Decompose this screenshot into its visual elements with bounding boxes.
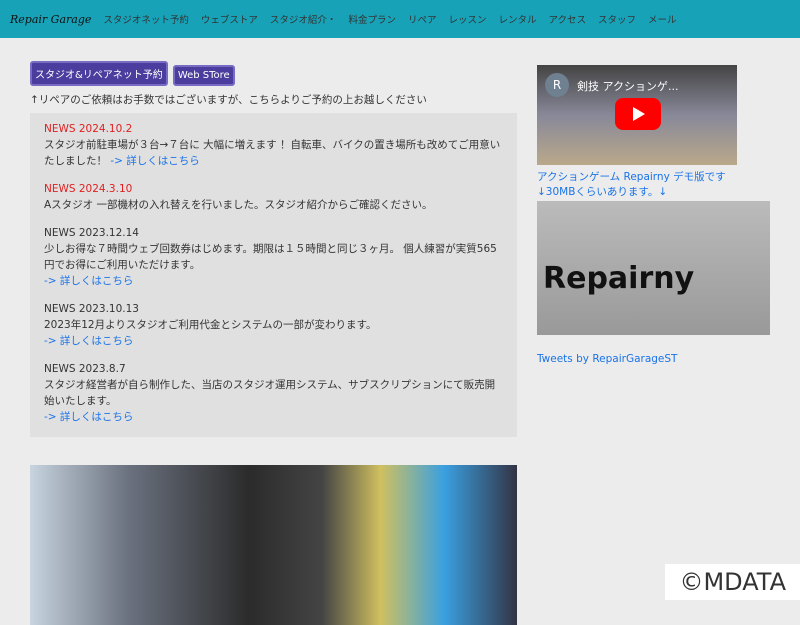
sidebar: R 剣技 アクションゲ... アクションゲーム Repairny デモ版です ↓…	[537, 65, 770, 367]
news-date: NEWS 2023.10.13	[44, 303, 139, 315]
news-link[interactable]: -> 詳しくはこちら	[44, 333, 503, 349]
news-link[interactable]: -> 詳しくはこちら	[44, 409, 503, 425]
nav-webstore[interactable]: ウェブストア	[201, 12, 258, 26]
nav-studio-dropdown[interactable]: スタジオ紹介・	[270, 12, 337, 26]
news-link[interactable]: -> 詳しくはこちら	[110, 155, 199, 167]
notice-text: ↑リペアのご依頼はお手数ではございますが、こちらよりご予約の上お越しください	[30, 94, 427, 106]
news-list: NEWS 2024.10.2 スタジオ前駐車場が３台→７台に 大幅に増えます ！自…	[30, 113, 517, 437]
news-text: 少しお得な７時間ウェブ回数券はじめます。期限は１５時間と同じ３ヶ月。 個人練習が…	[44, 243, 497, 271]
nav-mail[interactable]: メール	[648, 12, 677, 26]
news-item: NEWS 2024.10.2 スタジオ前駐車場が３台→７台に 大幅に増えます ！自…	[44, 121, 503, 169]
nav-access[interactable]: アクセス	[549, 12, 587, 26]
watermark: ©MDATA	[665, 564, 800, 600]
size-note[interactable]: ↓30MBくらいあります。↓	[537, 185, 770, 200]
nav-rental[interactable]: レンタル	[498, 12, 536, 26]
news-text: 2023年12月よりスタジオご利用代金とシステムの一部が変わります。	[44, 319, 377, 331]
nav-lesson[interactable]: レッスン	[448, 12, 486, 26]
nav-repair[interactable]: リペア	[408, 12, 437, 26]
news-date: NEWS 2023.12.14	[44, 227, 139, 239]
game-link[interactable]: アクションゲーム Repairny デモ版です	[537, 170, 770, 185]
news-date: NEWS 2023.8.7	[44, 363, 126, 375]
news-date: NEWS 2024.10.2	[44, 123, 133, 135]
reserve-button[interactable]: スタジオ&リペアネット予約	[30, 61, 168, 86]
youtube-embed[interactable]: R 剣技 アクションゲ...	[537, 65, 737, 165]
top-navbar: Repair Garage スタジオネット予約 ウェブストア スタジオ紹介・ 料…	[0, 0, 800, 38]
twitter-link[interactable]: Tweets by RepairGarageST	[537, 352, 770, 367]
video-title[interactable]: 剣技 アクションゲ...	[577, 78, 678, 94]
store-photo	[30, 465, 517, 625]
channel-avatar: R	[545, 73, 569, 97]
play-icon[interactable]	[615, 98, 661, 130]
news-text: スタジオ経営者が自ら制作した、当店のスタジオ運用システム、サブスクリプションにて…	[44, 379, 496, 407]
banner-logo: Repairny	[543, 261, 695, 296]
news-text: Aスタジオ 一部機材の入れ替えを行いました。スタジオ紹介からご確認ください。	[44, 199, 433, 211]
news-item: NEWS 2024.3.10 Aスタジオ 一部機材の入れ替えを行いました。スタジオ…	[44, 181, 503, 213]
nav-staff[interactable]: スタッフ	[598, 12, 636, 26]
news-date: NEWS 2024.3.10	[44, 183, 133, 195]
news-link[interactable]: -> 詳しくはこちら	[44, 273, 503, 289]
main-content: スタジオ&リペアネット予約 Web STore ↑リペアのご依頼はお手数ではござい…	[30, 61, 517, 625]
nav-pricing[interactable]: 料金プラン	[348, 12, 396, 26]
repairny-banner[interactable]: Repairny	[537, 201, 770, 335]
news-item: NEWS 2023.10.13 2023年12月よりスタジオご利用代金とシステムの…	[44, 301, 503, 349]
news-item: NEWS 2023.8.7 スタジオ経営者が自ら制作した、当店のスタジオ運用システ…	[44, 361, 503, 425]
logo[interactable]: Repair Garage	[10, 13, 91, 26]
webstore-button[interactable]: Web STore	[172, 65, 235, 86]
nav-reserve[interactable]: スタジオネット予約	[103, 12, 189, 26]
news-item: NEWS 2023.12.14 少しお得な７時間ウェブ回数券はじめます。期限は１５…	[44, 225, 503, 289]
